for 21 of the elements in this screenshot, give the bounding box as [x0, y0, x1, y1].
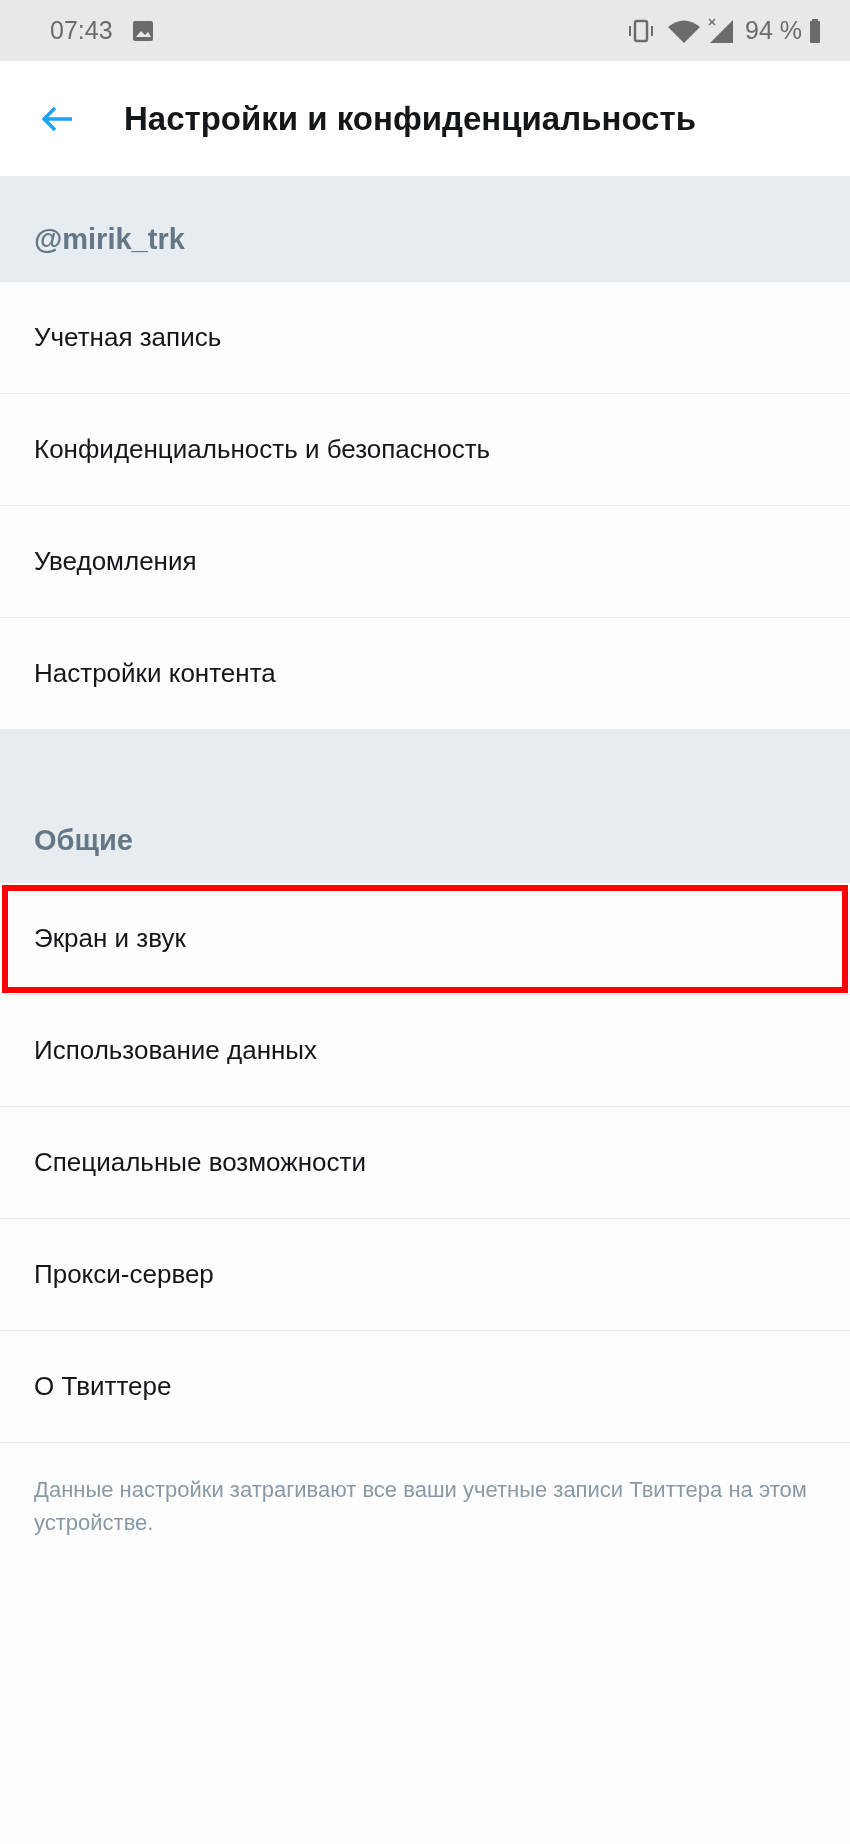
page-title: Настройки и конфиденциальность — [124, 99, 696, 138]
settings-item-label: Специальные возможности — [34, 1147, 366, 1178]
settings-item-label: Конфиденциальность и безопасность — [34, 434, 491, 465]
back-button[interactable] — [40, 104, 74, 133]
vibrate-icon — [627, 17, 655, 44]
footer-note: Данные настройки затрагивают все ваши учетные записи Твиттера на этом устройстве. — [33, 1476, 808, 1537]
signal-icon — [707, 17, 735, 44]
settings-item-label: Прокси-сервер — [34, 1259, 214, 1290]
settings-item-label: О Твиттере — [34, 1371, 172, 1402]
settings-item-label: Настройки контента — [34, 658, 276, 689]
section-title: Общие — [34, 824, 133, 857]
battery-percent: 94 % — [745, 16, 802, 45]
settings-item-label: Экран и звук — [34, 923, 186, 954]
status-time: 07:43 — [50, 16, 113, 45]
settings-item-label: Уведомления — [34, 546, 197, 577]
back-arrow-icon — [40, 104, 74, 133]
battery-icon — [808, 17, 822, 44]
settings-item-label: Использование данных — [34, 1035, 318, 1066]
settings-item-label: Учетная запись — [34, 322, 222, 353]
settings-item[interactable]: Экран и звук — [0, 883, 850, 995]
section-title: @mirik_trk — [34, 223, 185, 256]
